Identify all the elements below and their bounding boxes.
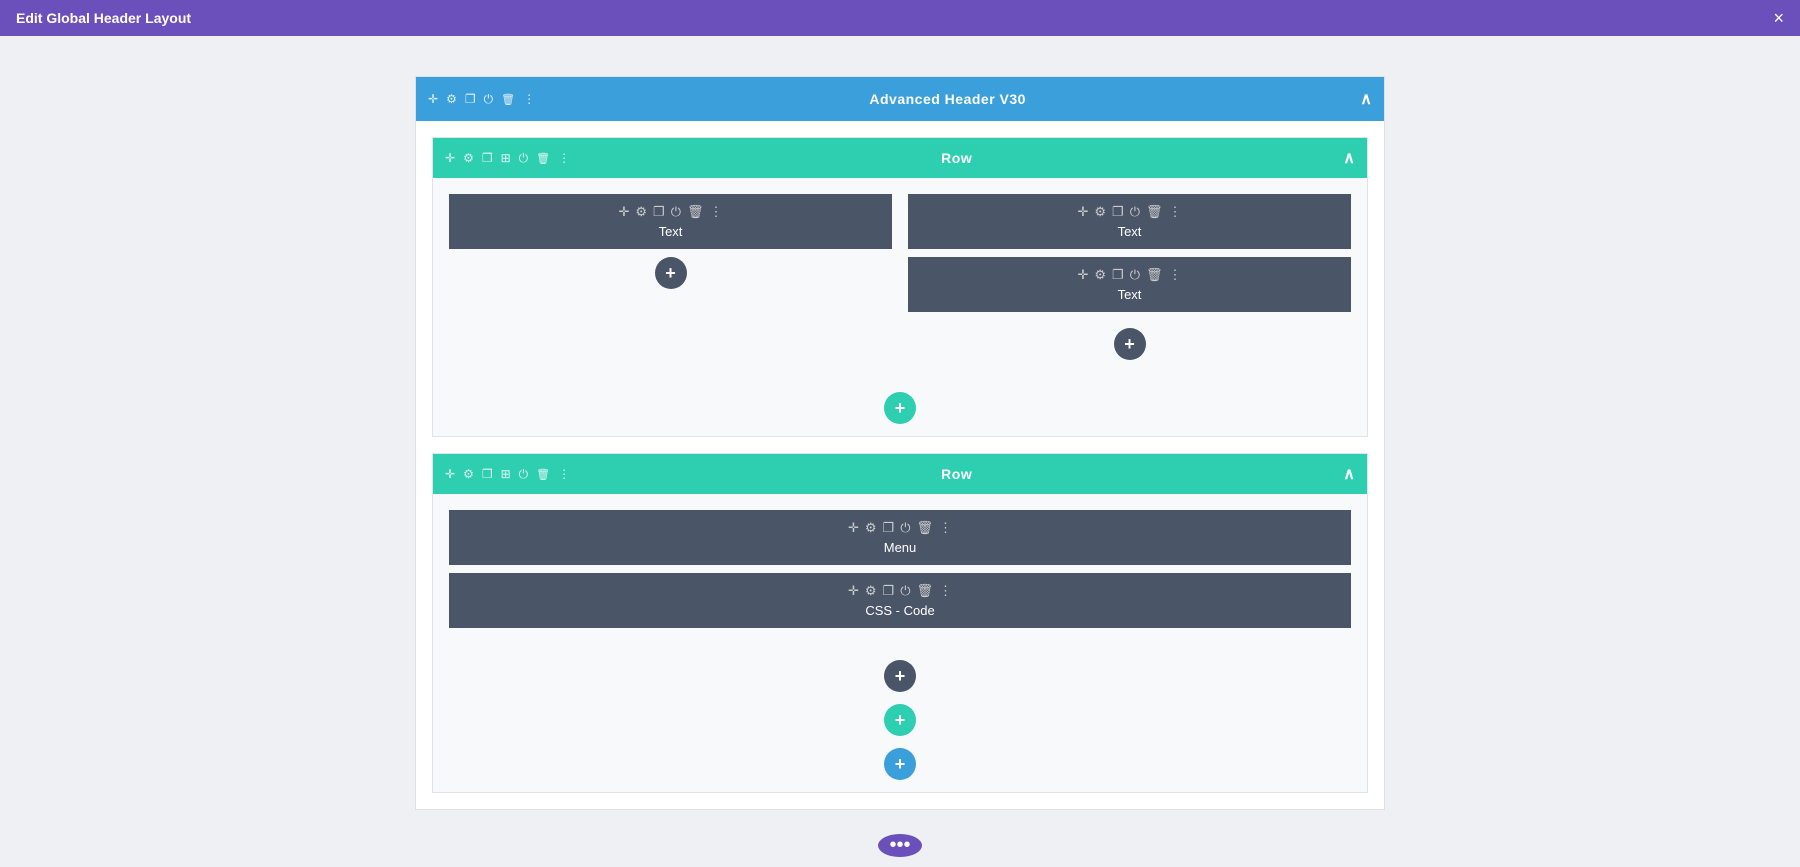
w3-gear-icon[interactable]: ⚙ [1094, 267, 1106, 283]
title-bar-title: Edit Global Header Layout [16, 10, 191, 26]
row2-title: Row [941, 466, 972, 482]
add-module-row2-button[interactable]: + [884, 660, 916, 692]
widget2-icons: ✛ ⚙ ❐ ⏻ 🗑 ⋮ [1077, 204, 1181, 220]
row2-cross-icon[interactable] [445, 467, 455, 481]
row2-content: ✛ ⚙ ❐ ⏻ 🗑 ⋮ Menu ✛ ⚙ ❐ [433, 494, 1367, 644]
widget-text-2: ✛ ⚙ ❐ ⏻ 🗑 ⋮ Text [908, 194, 1351, 249]
w4-cross-icon[interactable]: ✛ [848, 520, 859, 536]
w1-power-icon[interactable]: ⏻ [671, 204, 681, 220]
w4-power-icon[interactable]: ⏻ [900, 520, 910, 536]
w1-cross-icon[interactable]: ✛ [618, 204, 629, 220]
widget-css-code: ✛ ⚙ ❐ ⏻ 🗑 ⋮ CSS - Code [449, 573, 1351, 628]
w1-copy-icon[interactable]: ❐ [653, 204, 665, 220]
widget-text-3: ✛ ⚙ ❐ ⏻ 🗑 ⋮ Text [908, 257, 1351, 312]
w1-trash-icon[interactable]: 🗑 [687, 204, 704, 220]
row2-more-icon[interactable] [558, 467, 570, 481]
w5-gear-icon[interactable]: ⚙ [865, 583, 877, 599]
add-row-1-button[interactable]: + [884, 392, 916, 424]
w3-copy-icon[interactable]: ❐ [1112, 267, 1124, 283]
widget3-icons: ✛ ⚙ ❐ ⏻ 🗑 ⋮ [1077, 267, 1181, 283]
row1-two-col: ✛ ⚙ ❐ ⏻ 🗑 ⋮ Text + [449, 194, 1351, 360]
widget2-label: Text [1118, 224, 1142, 239]
row2-power-icon[interactable] [519, 467, 529, 482]
bottom-dots-button[interactable]: ••• [878, 834, 922, 857]
w2-more-icon[interactable]: ⋮ [1169, 204, 1182, 220]
title-bar: Edit Global Header Layout × [0, 0, 1800, 36]
widget4-icons: ✛ ⚙ ❐ ⏻ 🗑 ⋮ [848, 520, 952, 536]
row1-power-icon[interactable] [519, 151, 529, 166]
w3-more-icon[interactable]: ⋮ [1169, 267, 1182, 283]
row2-copy-icon[interactable] [482, 467, 493, 481]
row1-gear-icon[interactable] [463, 151, 474, 165]
row-bar-2: Row [433, 454, 1367, 494]
w2-trash-icon[interactable]: 🗑 [1146, 204, 1163, 220]
copy-icon[interactable] [465, 92, 476, 106]
row2-icons [445, 467, 570, 482]
add-module-col2-button[interactable]: + [1114, 328, 1146, 360]
advanced-header-icons [428, 92, 535, 107]
w1-gear-icon[interactable]: ⚙ [635, 204, 647, 220]
row2-single-col: ✛ ⚙ ❐ ⏻ 🗑 ⋮ Menu ✛ ⚙ ❐ [449, 510, 1351, 628]
widget-text-1: ✛ ⚙ ❐ ⏻ 🗑 ⋮ Text [449, 194, 892, 249]
widget-menu: ✛ ⚙ ❐ ⏻ 🗑 ⋮ Menu [449, 510, 1351, 565]
gear-icon[interactable] [446, 92, 457, 106]
widget3-label: Text [1118, 287, 1142, 302]
w2-gear-icon[interactable]: ⚙ [1094, 204, 1106, 220]
w3-cross-icon[interactable]: ✛ [1077, 267, 1088, 283]
row1-cross-icon[interactable] [445, 151, 455, 165]
w5-copy-icon[interactable]: ❐ [883, 583, 895, 599]
w4-copy-icon[interactable]: ❐ [883, 520, 895, 536]
w5-more-icon[interactable]: ⋮ [939, 583, 952, 599]
w5-trash-icon[interactable]: 🗑 [917, 583, 934, 599]
w2-copy-icon[interactable]: ❐ [1112, 204, 1124, 220]
row2-trash-icon[interactable] [536, 467, 550, 481]
w2-cross-icon[interactable]: ✛ [1077, 204, 1088, 220]
row1-columns-icon[interactable] [501, 151, 511, 165]
widget4-label: Menu [884, 540, 917, 555]
add-section-button[interactable]: + [884, 748, 916, 780]
row1-icons [445, 151, 570, 166]
collapse-icon[interactable] [1360, 89, 1372, 109]
row2-columns-icon[interactable] [501, 467, 511, 481]
cross-icon[interactable] [428, 92, 438, 106]
advanced-header-bar: Advanced Header V30 [416, 77, 1384, 121]
widget1-label: Text [659, 224, 683, 239]
add-module-col1-button[interactable]: + [655, 257, 687, 289]
row-bar-1: Row [433, 138, 1367, 178]
widget5-label: CSS - Code [865, 603, 934, 618]
row1-content: ✛ ⚙ ❐ ⏻ 🗑 ⋮ Text + [433, 178, 1367, 376]
w1-more-icon[interactable]: ⋮ [710, 204, 723, 220]
canvas: Advanced Header V30 Row [0, 36, 1800, 867]
w4-gear-icon[interactable]: ⚙ [865, 520, 877, 536]
row1-col-right: ✛ ⚙ ❐ ⏻ 🗑 ⋮ Text ✛ [908, 194, 1351, 360]
w3-power-icon[interactable]: ⏻ [1130, 267, 1140, 283]
w4-trash-icon[interactable]: 🗑 [917, 520, 934, 536]
widget5-icons: ✛ ⚙ ❐ ⏻ 🗑 ⋮ [848, 583, 952, 599]
more-icon[interactable] [523, 92, 535, 106]
add-row-2-button[interactable]: + [884, 704, 916, 736]
row1-trash-icon[interactable] [536, 151, 550, 165]
row1-more-icon[interactable] [558, 151, 570, 165]
row1-col-left: ✛ ⚙ ❐ ⏻ 🗑 ⋮ Text + [449, 194, 892, 360]
close-button[interactable]: × [1773, 9, 1784, 27]
outer-container: Advanced Header V30 Row [415, 76, 1385, 810]
row1-copy-icon[interactable] [482, 151, 493, 165]
advanced-header-title: Advanced Header V30 [869, 91, 1026, 107]
row2-gear-icon[interactable] [463, 467, 474, 481]
trash-icon[interactable] [501, 92, 515, 106]
w4-more-icon[interactable]: ⋮ [939, 520, 952, 536]
row1-collapse-icon[interactable] [1343, 148, 1355, 168]
row2-collapse-icon[interactable] [1343, 464, 1355, 484]
row-container-2: Row ✛ ⚙ ❐ ⏻ 🗑 ⋮ Menu [432, 453, 1368, 793]
w2-power-icon[interactable]: ⏻ [1130, 204, 1140, 220]
power-icon[interactable] [484, 92, 494, 107]
row2-add-area: + + + [433, 644, 1367, 792]
row-container-1: Row ✛ ⚙ ❐ ⏻ 🗑 ⋮ [432, 137, 1368, 437]
w3-trash-icon[interactable]: 🗑 [1146, 267, 1163, 283]
row1-title: Row [941, 150, 972, 166]
widget1-icons: ✛ ⚙ ❐ ⏻ 🗑 ⋮ [618, 204, 722, 220]
w5-cross-icon[interactable]: ✛ [848, 583, 859, 599]
row1-add-area: + [433, 376, 1367, 436]
w5-power-icon[interactable]: ⏻ [900, 583, 910, 599]
